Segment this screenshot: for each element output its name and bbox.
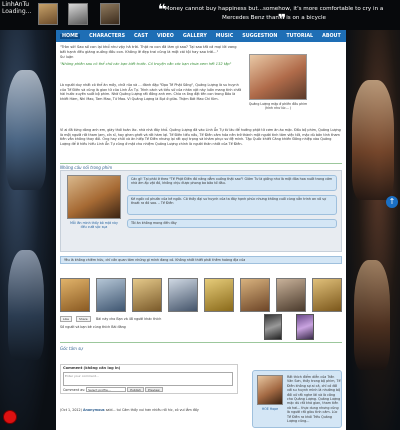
quote-box: Mỗi lần mình thấy bỏ mặt này đều cười sặ… — [60, 170, 342, 252]
main-nav: HOME CHARACTERS CAST VIDEO GALLERY MUSIC… — [56, 30, 346, 42]
like-button[interactable]: Like — [60, 316, 72, 322]
comment-form: Comment (không cần log in) Enter your co… — [60, 364, 238, 394]
quote-strip: Yêu là không chiêm hữu, chỉ cần quan tâm… — [60, 256, 342, 264]
reader-note-card: HOE Hope Rất thích điểm diễn của Trần Vă… — [252, 370, 342, 428]
intro-block: "Tròn sờ! Sao số con lại khổ như vậy hả … — [56, 42, 242, 70]
loading-text: Loading... — [2, 8, 32, 15]
friends-like-text: Số người và bạn bè cùng thích Bài đăng — [60, 325, 126, 329]
nav-item-cast[interactable]: CAST — [134, 34, 148, 39]
poster-thumb-1[interactable] — [264, 314, 282, 340]
comment-date: (Oct 1, 2012) — [60, 408, 82, 412]
gallery-thumb[interactable] — [60, 278, 90, 312]
green-note: "Những phiên sau có thể chứ các bạn biết… — [60, 61, 232, 66]
intro-signature: Sư luận — [60, 54, 74, 59]
header-thumb-1 — [38, 3, 58, 25]
top-header: LinhAnTu Loading... ❝ Money cannot buy h… — [0, 0, 400, 30]
gallery-thumb[interactable] — [132, 278, 162, 312]
quote-bubble-3: Tôi ăn không mong đến đây — [127, 219, 337, 228]
comment-author[interactable]: Anonymous — [83, 408, 105, 412]
preview-button[interactable]: Preview — [144, 387, 163, 392]
divider — [60, 163, 342, 164]
header-quote: Money cannot buy happiness but...somehow… — [164, 6, 384, 21]
header-thumb-2 — [68, 3, 88, 25]
hero-caption: Quảng Lượng mặp ở phiên đầu phim (hình n… — [248, 102, 308, 110]
gallery-thumb[interactable] — [312, 278, 342, 312]
gallery-thumb[interactable] — [276, 278, 306, 312]
arrow-up-icon[interactable]: ↑ — [386, 196, 398, 208]
nav-item-home[interactable]: HOME — [60, 33, 81, 39]
gallery-thumb[interactable] — [168, 278, 198, 312]
like-count-text: Bài này cho Bạn và 48 người khác thích — [96, 317, 162, 321]
main-column: HOME CHARACTERS CAST VIDEO GALLERY MUSIC… — [56, 30, 346, 430]
monk-image — [67, 175, 121, 219]
nav-item-characters[interactable]: CHARACTERS — [89, 34, 125, 39]
header-thumb-3 — [100, 3, 120, 25]
poster-thumb-2[interactable] — [296, 314, 314, 340]
profile-select[interactable]: Select profile... — [86, 387, 127, 392]
logo-text: LinhAnTu — [2, 1, 30, 8]
monk-caption: Mỗi lần mình thấy bỏ mặt này đều cười sặ… — [70, 221, 118, 229]
left-figure-top — [6, 70, 46, 190]
intro-text: "Tròn sờ! Sao số con lại khổ như vậy hả … — [60, 45, 237, 54]
share-button[interactable]: Share — [76, 316, 91, 322]
comment-text: said... tui Cảm thấy vui hơn nhiều rồi h… — [105, 408, 199, 412]
right-figure-bottom — [354, 260, 390, 370]
nav-item-tutorial[interactable]: TUTORIAL — [286, 34, 313, 39]
comment-form-title: Comment (không cần log in) — [63, 366, 121, 370]
nav-item-music[interactable]: MUSIC — [216, 34, 233, 39]
quote-close-icon: ❞ — [278, 12, 287, 28]
publish-button[interactable]: Publish — [127, 387, 144, 392]
nav-item-about[interactable]: ABOUT — [322, 34, 341, 39]
reader-note-image — [257, 375, 283, 405]
nav-item-gallery[interactable]: GALLERY — [183, 34, 207, 39]
comments-title: Góc tâm sự — [60, 346, 83, 351]
reader-note-label: HOE Hope — [261, 407, 279, 411]
site-logo[interactable]: LinhAnTu Loading... — [2, 1, 31, 15]
body-paragraph-2: Vì ai đã từng dòng anh em, giày thói toá… — [60, 128, 341, 146]
reader-note-text: Rất thích điểm diễn của Trần Văn Sơn, th… — [287, 375, 341, 424]
nav-item-suggestion[interactable]: SUGGESTION — [242, 34, 277, 39]
right-figure-top — [352, 80, 394, 200]
comment-as-label: Comment as: — [63, 388, 86, 392]
hero-image — [249, 54, 307, 100]
body-paragraph-1: Là người duy nhất có thể ăn mấy, chửi rủ… — [60, 83, 242, 101]
nav-item-video[interactable]: VIDEO — [157, 34, 174, 39]
gallery-thumb[interactable] — [96, 278, 126, 312]
divider — [60, 342, 342, 343]
gallery-thumb[interactable] — [240, 278, 270, 312]
left-figure-bottom — [8, 250, 44, 360]
quote-bubble-1: Các gì! Tại phải ở theo "Tế Phật Điên đó… — [127, 175, 337, 191]
quote-bubble-2: Kẻ ngốc có phước của kẻ ngốc. Có thầy đạ… — [127, 195, 337, 215]
red-ball-icon — [3, 410, 17, 424]
comment-textarea[interactable]: Enter your comment... — [63, 372, 233, 386]
comment-item: (Oct 1, 2012) Anonymous said... tui Cảm … — [60, 408, 238, 412]
image-gallery — [60, 278, 342, 312]
gallery-thumb[interactable] — [204, 278, 234, 312]
